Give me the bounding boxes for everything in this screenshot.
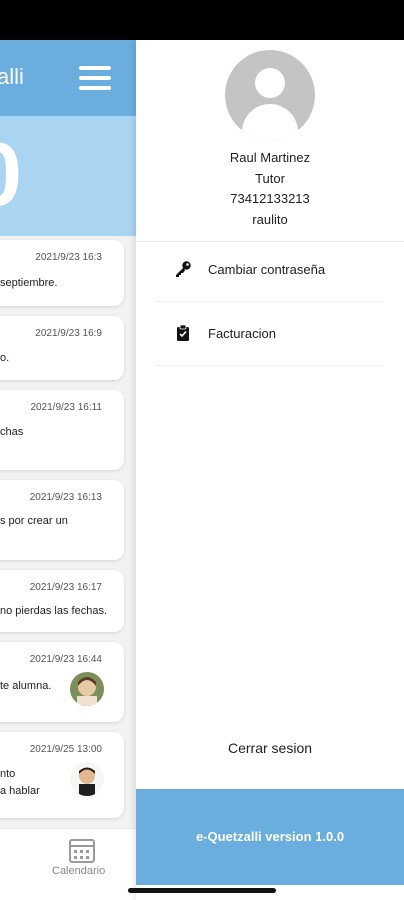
- menu-item-change-password[interactable]: Cambiar contraseña: [156, 240, 384, 302]
- status-bar: [0, 0, 404, 40]
- summary-band: 0: [0, 116, 136, 236]
- calendar-icon[interactable]: [69, 839, 95, 863]
- notification-text: te alumna.: [0, 680, 52, 692]
- notification-date: 2021/9/23 16:9: [35, 328, 102, 339]
- drawer-footer: e-Quetzalli version 1.0.0: [136, 789, 404, 885]
- notification-text: chas: [0, 426, 24, 438]
- notification-card[interactable]: 2021/9/23 16:9 o.: [0, 316, 124, 380]
- home-indicator[interactable]: [128, 888, 276, 893]
- version-label: e-Quetzalli version 1.0.0: [195, 829, 345, 844]
- profile-phone: 73412133213: [230, 191, 310, 206]
- notification-date: 2021/9/23 16:11: [30, 402, 102, 413]
- background-screen: zalli 0 2021/9/23 16:3 septiembre. 2021/…: [0, 40, 136, 900]
- profile-role: Tutor: [255, 171, 285, 186]
- notification-text: no pierdas las fechas.: [0, 605, 108, 617]
- notification-date: 2021/9/23 16:17: [29, 582, 102, 593]
- summary-count: 0: [0, 124, 22, 227]
- user-avatar-icon: [225, 50, 315, 140]
- profile-section: Raul Martinez Tutor 73412133213 raulito: [136, 40, 404, 242]
- menu-item-billing[interactable]: Facturacion: [156, 304, 384, 366]
- notification-card[interactable]: 2021/9/23 16:11 chas: [0, 390, 124, 470]
- clipboard-icon: [174, 324, 192, 342]
- key-icon: [174, 260, 192, 278]
- notification-card[interactable]: 2021/9/23 16:44 te alumna.: [0, 642, 124, 722]
- notification-text: septiembre.: [0, 277, 58, 289]
- student-avatar: [70, 672, 104, 706]
- profile-name: Raul Martinez: [229, 150, 311, 165]
- bottom-nav: o Calendario: [0, 828, 136, 900]
- notification-card[interactable]: 2021/9/25 13:00 nto a hablar: [0, 732, 124, 818]
- app-title: zalli: [0, 64, 24, 89]
- notification-card[interactable]: 2021/9/23 16:13 s por crear un: [0, 480, 124, 560]
- nav-item-calendar[interactable]: Calendario: [52, 865, 105, 877]
- student-avatar: [70, 762, 104, 796]
- notification-date: 2021/9/23 16:44: [29, 654, 102, 665]
- menu-icon[interactable]: [79, 66, 111, 92]
- notification-card[interactable]: 2021/9/23 16:3 septiembre.: [0, 240, 124, 306]
- notification-text: s por crear un: [0, 515, 68, 527]
- notification-text: a hablar: [0, 785, 40, 797]
- side-drawer: Raul Martinez Tutor 73412133213 raulito …: [136, 40, 404, 900]
- profile-username: raulito: [252, 212, 288, 227]
- notification-date: 2021/9/23 16:3: [35, 252, 102, 263]
- notification-date: 2021/9/25 13:00: [29, 744, 102, 755]
- notification-text: nto: [0, 768, 16, 780]
- notification-date: 2021/9/23 16:13: [29, 492, 102, 503]
- notification-text: o.: [0, 352, 10, 364]
- logout-button[interactable]: Cerrar sesion: [136, 740, 404, 756]
- notification-card[interactable]: 2021/9/23 16:17 no pierdas las fechas.: [0, 570, 124, 632]
- menu-item-label: Facturacion: [208, 326, 276, 341]
- app-header: zalli: [0, 40, 136, 116]
- menu-item-label: Cambiar contraseña: [208, 262, 326, 277]
